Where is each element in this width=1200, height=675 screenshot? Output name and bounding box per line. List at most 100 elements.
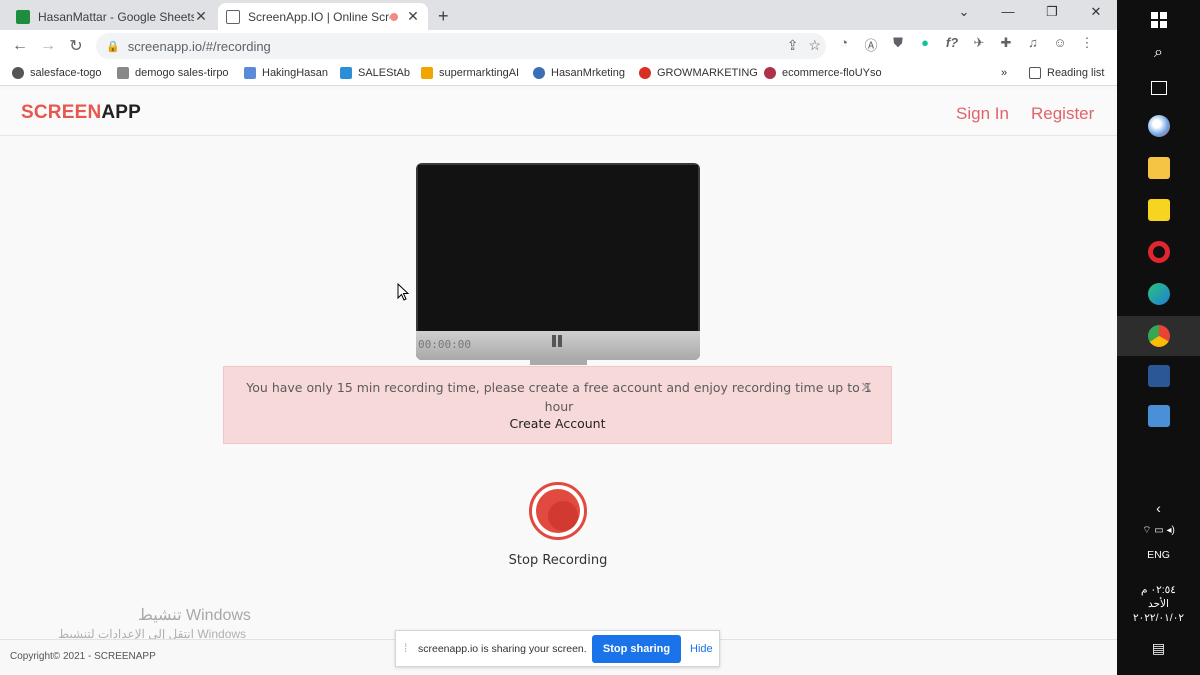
tab-title: ScreenApp.IO | Online Screen <box>248 9 390 24</box>
language-indicator[interactable]: ENG <box>1117 549 1200 561</box>
tab-screenapp[interactable]: ScreenApp.IO | Online Screen ✕ <box>218 3 428 30</box>
taskbar-app-word[interactable] <box>1117 356 1200 396</box>
stop-recording-label: Stop Recording <box>508 553 608 568</box>
task-view-icon <box>1150 81 1167 95</box>
tab-google-sheets[interactable]: HasanMattar - Google Sheets ✕ <box>8 3 216 30</box>
extensions-area: ◔ Ⓐ ⛊ ● f? ✈ ✚ ♫ ☺ ⋮ <box>835 35 1096 54</box>
system-tray-icons[interactable]: ⌔ ▭ ◂) <box>1117 524 1200 537</box>
stop-recording-button[interactable] <box>529 482 587 540</box>
extension-bird-icon[interactable]: ✈ <box>970 35 988 54</box>
create-account-link[interactable]: Create Account <box>224 416 891 431</box>
profile-avatar-icon[interactable]: ☺ <box>1051 35 1069 54</box>
edge-icon <box>1147 283 1170 305</box>
alert-message: You have only 15 min recording time, ple… <box>246 380 872 414</box>
minimize-icon[interactable]: — <box>997 4 1019 20</box>
word-icon <box>1147 365 1170 387</box>
folder-icon <box>1147 157 1170 179</box>
new-tab-button[interactable]: + <box>438 6 449 27</box>
show-hidden-icons-button[interactable]: ‹ <box>1117 500 1200 516</box>
extension-shield-icon[interactable]: ⛊ <box>889 35 907 54</box>
omnibox-icons: ⇪ ☆ <box>787 37 821 54</box>
clock-day[interactable]: الأحد <box>1117 598 1200 610</box>
bookmarks-bar: salesface-togo demogo sales-tirpo Haking… <box>0 62 1117 86</box>
bookmarks-overflow-icon[interactable]: » <box>1001 67 1007 79</box>
pause-icon[interactable] <box>551 335 563 347</box>
triangle-icon <box>421 67 433 79</box>
hand-icon <box>117 67 129 79</box>
wordpress-icon <box>533 67 545 79</box>
browser-window: HasanMattar - Google Sheets ✕ ScreenApp.… <box>0 0 1117 675</box>
stop-sharing-button[interactable]: Stop sharing <box>592 635 681 663</box>
forward-icon[interactable]: → <box>34 37 62 55</box>
close-icon[interactable]: ✕ <box>406 8 420 25</box>
menu-kebab-icon[interactable]: ⋮ <box>1078 35 1096 54</box>
ecommerce-icon <box>764 67 776 79</box>
growmarketing-icon <box>639 67 651 79</box>
reading-list[interactable]: Reading list <box>1029 67 1104 79</box>
drag-handle-icon[interactable]: ⁞ <box>404 641 407 655</box>
task-view-button[interactable] <box>1117 68 1200 108</box>
taskbar-app-sticky-notes[interactable] <box>1117 190 1200 230</box>
tab-strip: HasanMattar - Google Sheets ✕ ScreenApp.… <box>0 0 1117 30</box>
reload-icon[interactable]: ↻ <box>62 36 90 56</box>
taskbar-app-edge[interactable] <box>1117 274 1200 314</box>
sticky-notes-icon <box>1147 199 1170 221</box>
bookmark-item[interactable]: supermarktingAI <box>421 67 519 79</box>
globe-icon <box>12 67 24 79</box>
reading-list-icon <box>1029 67 1041 79</box>
tab-search-icon[interactable]: ⌄ <box>953 4 975 20</box>
bookmark-item[interactable]: salesface-togo <box>12 67 102 79</box>
close-icon[interactable]: × <box>860 377 873 396</box>
mouse-cursor-icon <box>397 283 409 301</box>
recording-timer: 00:00:00 <box>418 338 471 351</box>
bookmark-item[interactable]: ecommerce-floUYso <box>764 67 882 79</box>
copyright-text: Copyright© 2021 - SCREENAPP <box>10 651 156 662</box>
pocket-icon[interactable]: ◔ <box>835 35 853 54</box>
opera-icon <box>1147 241 1170 263</box>
taskbar-app-chrome[interactable] <box>1117 316 1200 356</box>
preview-screen <box>418 165 698 331</box>
bookmark-item[interactable]: GROWMARKETING <box>639 67 758 79</box>
extension-f-icon[interactable]: f? <box>943 35 961 54</box>
search-button[interactable]: ⌕ <box>1117 33 1200 73</box>
monitor-icon <box>226 9 240 24</box>
taskbar-app-other[interactable] <box>1117 396 1200 436</box>
bookmark-item[interactable]: demogo sales-tirpo <box>117 67 229 79</box>
paint-icon <box>1147 115 1170 137</box>
notifications-icon[interactable]: ▤ <box>1117 640 1200 657</box>
clock-date[interactable]: ٢٠٢٢/٠١/٠٢ <box>1117 612 1200 624</box>
bookmark-site-icon <box>244 67 256 79</box>
lock-icon[interactable]: 🔒 <box>106 40 120 53</box>
tab-title: HasanMattar - Google Sheets <box>38 9 194 24</box>
close-window-icon[interactable]: ✕ <box>1085 4 1107 20</box>
sharing-message: screenapp.io is sharing your screen. <box>418 643 587 655</box>
back-icon[interactable]: ← <box>6 37 34 55</box>
media-icon[interactable]: ♫ <box>1024 35 1042 54</box>
bookmark-item[interactable]: SALEStAb <box>340 67 410 79</box>
site-header: SCREENAPP Sign In Register <box>0 90 1117 136</box>
share-icon[interactable]: ⇪ <box>787 37 799 54</box>
clock-time[interactable]: ٠٢:٥٤ م <box>1117 584 1200 596</box>
close-icon[interactable]: ✕ <box>194 8 208 25</box>
taskbar-app-opera[interactable] <box>1117 232 1200 272</box>
taskbar-app-file-explorer[interactable] <box>1117 148 1200 188</box>
bookmark-item[interactable]: HakingHasan <box>244 67 328 79</box>
register-link[interactable]: Register <box>1031 104 1094 124</box>
windows-logo-icon <box>1150 12 1167 28</box>
telegram-icon <box>340 67 352 79</box>
bookmark-item[interactable]: HasanMrketing <box>533 67 625 79</box>
chrome-icon <box>1147 325 1170 347</box>
bookmark-star-icon[interactable]: ☆ <box>808 37 821 54</box>
hide-button[interactable]: Hide <box>690 643 713 655</box>
extension-a-icon[interactable]: Ⓐ <box>862 35 880 54</box>
screenapp-logo[interactable]: SCREENAPP <box>21 102 141 124</box>
extensions-puzzle-icon[interactable]: ✚ <box>997 35 1015 54</box>
windows-activation-title: تنشيط Windows <box>138 607 251 624</box>
address-bar[interactable]: 🔒 screenapp.io/#/recording ⇪ ☆ <box>96 33 826 59</box>
sign-in-link[interactable]: Sign In <box>956 104 1009 124</box>
record-icon-shadow <box>548 501 578 531</box>
grammarly-icon[interactable]: ● <box>916 35 934 54</box>
restore-icon[interactable]: ❐ <box>1041 4 1063 20</box>
taskbar-app-paint[interactable] <box>1117 106 1200 146</box>
search-icon: ⌕ <box>1154 44 1163 61</box>
